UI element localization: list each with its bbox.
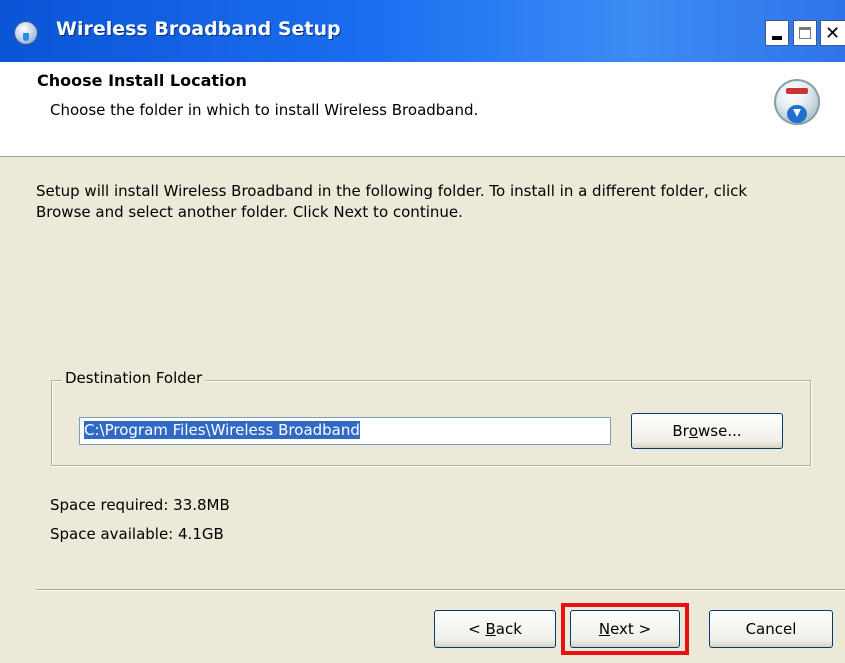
destination-folder-label: Destination Folder (62, 369, 206, 387)
dialog-body: Setup will install Wireless Broadband in… (0, 156, 845, 663)
page-subtitle: Choose the folder in which to install Wi… (50, 101, 479, 119)
minimize-button[interactable] (765, 20, 789, 46)
browse-label-part: Br (672, 422, 689, 440)
next-button[interactable]: Next > (570, 610, 680, 648)
destination-folder-group: Destination Folder C:\Program Files\Wire… (51, 369, 811, 466)
browse-button[interactable]: Br o wse... (631, 413, 783, 449)
download-arrow-icon (787, 105, 807, 123)
intro-line-1: Setup will install Wireless Broadband in… (36, 182, 748, 200)
browse-label-rest: wse... (698, 422, 742, 440)
destination-path-input[interactable]: C:\Program Files\Wireless Broadband (79, 417, 611, 445)
window-title: Wireless Broadband Setup (56, 18, 341, 40)
minimize-icon (772, 36, 782, 40)
maximize-icon (799, 27, 811, 39)
intro-text: Setup will install Wireless Broadband in… (36, 181, 826, 223)
close-icon: ✕ (825, 22, 841, 44)
space-available: Space available: 4.1GB (50, 525, 224, 543)
page-title: Choose Install Location (37, 71, 247, 90)
space-required: Space required: 33.8MB (50, 496, 230, 514)
maximize-button[interactable] (793, 20, 817, 46)
brand-badge (786, 88, 808, 94)
back-button[interactable]: < Back (434, 610, 556, 648)
back-label-rest: ack (495, 620, 522, 638)
next-accelerator: N (598, 620, 611, 638)
destination-path-value: C:\Program Files\Wireless Broadband (84, 421, 360, 439)
title-bar[interactable]: Wireless Broadband Setup ✕ (0, 0, 845, 62)
back-accelerator: B (485, 620, 496, 638)
browse-accelerator: o (688, 422, 699, 440)
next-label-rest: ext > (610, 620, 652, 638)
back-label-prefix: < (468, 620, 486, 638)
install-cd-icon (774, 79, 820, 125)
cancel-button[interactable]: Cancel (709, 610, 833, 648)
installer-disc-icon (14, 21, 38, 45)
page-header: Choose Install Location Choose the folde… (0, 62, 845, 156)
close-button[interactable]: ✕ (820, 20, 845, 46)
intro-line-2: Browse and select another folder. Click … (36, 203, 463, 221)
footer-divider (36, 589, 845, 591)
